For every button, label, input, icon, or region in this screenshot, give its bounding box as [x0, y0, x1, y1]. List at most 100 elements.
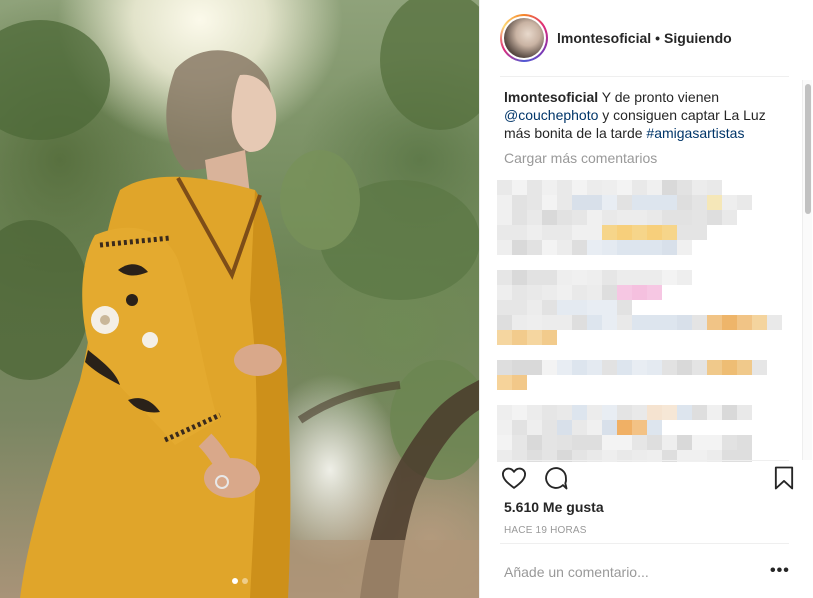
caption-username-link[interactable]: lmontesoficial	[504, 89, 598, 105]
pixel-block	[572, 420, 587, 435]
pixel-block	[677, 360, 692, 375]
pixel-block	[722, 315, 737, 330]
pixel-block	[572, 270, 587, 285]
pixel-block	[557, 270, 572, 285]
pixel-block	[677, 225, 692, 240]
pixel-block	[677, 180, 692, 195]
pixel-block	[692, 435, 707, 450]
pixel-block	[602, 225, 617, 240]
pixel-block	[497, 270, 512, 285]
bookmark-icon[interactable]	[770, 464, 798, 492]
pixel-block	[617, 195, 632, 210]
pixel-block	[557, 435, 572, 450]
pixel-block	[662, 225, 677, 240]
pixel-block	[587, 315, 602, 330]
carousel-dot[interactable]	[231, 578, 238, 584]
post-timestamp[interactable]: HACE 19 HORAS	[504, 525, 587, 536]
pixel-block	[647, 195, 662, 210]
pixel-block	[527, 285, 542, 300]
story-ring[interactable]	[500, 14, 548, 62]
pixel-block	[587, 195, 602, 210]
comment-bubble-icon[interactable]	[542, 464, 570, 492]
pixel-block	[617, 240, 632, 255]
pixel-block	[602, 285, 617, 300]
pixel-block	[587, 180, 602, 195]
pixel-block	[542, 225, 557, 240]
pixel-block	[572, 435, 587, 450]
pixel-block	[512, 270, 527, 285]
pixel-block	[632, 195, 647, 210]
pixel-block	[542, 420, 557, 435]
pixel-block	[572, 315, 587, 330]
pixel-block	[707, 210, 722, 225]
pixel-block	[542, 330, 557, 345]
pixel-block	[557, 420, 572, 435]
pixel-block	[707, 360, 722, 375]
pixel-block	[737, 435, 752, 450]
pixel-block	[557, 405, 572, 420]
pixel-block	[497, 330, 512, 345]
pixel-block	[767, 315, 782, 330]
pixel-block	[692, 225, 707, 240]
hashtag-link[interactable]: #amigasartistas	[646, 125, 744, 141]
pixel-block	[512, 420, 527, 435]
pixel-block	[617, 360, 632, 375]
pixel-block	[602, 195, 617, 210]
pixel-block	[722, 435, 737, 450]
pixel-block	[617, 225, 632, 240]
pixel-block	[512, 180, 527, 195]
pixel-block	[617, 285, 632, 300]
pixel-block	[587, 420, 602, 435]
pixel-block	[587, 285, 602, 300]
separator-dot: •	[655, 30, 661, 46]
pixel-block	[647, 180, 662, 195]
pixel-block	[602, 210, 617, 225]
pixel-block	[512, 435, 527, 450]
pixel-block	[617, 300, 632, 315]
pixel-block	[707, 315, 722, 330]
pixel-block	[647, 360, 662, 375]
add-comment-input[interactable]	[504, 559, 744, 585]
pixel-block	[497, 300, 512, 315]
load-more-comments-button[interactable]: Cargar más comentarios	[504, 150, 786, 166]
comments-scrollbar[interactable]	[802, 80, 812, 460]
pixel-block	[632, 270, 647, 285]
pixel-block	[512, 285, 527, 300]
pixel-block	[707, 405, 722, 420]
pixel-block	[617, 315, 632, 330]
pixel-block	[647, 420, 662, 435]
pixel-block	[512, 210, 527, 225]
pixel-block	[662, 240, 677, 255]
pixel-block	[617, 420, 632, 435]
pixel-block	[662, 270, 677, 285]
pixel-block	[632, 420, 647, 435]
pixel-block	[737, 360, 752, 375]
avatar[interactable]	[504, 18, 544, 58]
pixel-block	[542, 405, 557, 420]
mention-link[interactable]: @couchephoto	[504, 107, 598, 123]
username-link[interactable]: lmontesoficial	[557, 30, 651, 46]
post-photo[interactable]	[0, 0, 479, 598]
following-button[interactable]: Siguiendo	[664, 30, 732, 46]
carousel-indicator	[0, 578, 479, 584]
pixel-block	[617, 210, 632, 225]
more-options-icon[interactable]: •••	[770, 563, 790, 579]
pixel-block	[602, 435, 617, 450]
pixel-block	[602, 420, 617, 435]
scrollbar-thumb[interactable]	[805, 84, 811, 214]
likes-count[interactable]: 5.610 Me gusta	[504, 499, 604, 515]
pixel-block	[707, 195, 722, 210]
pixel-block	[632, 225, 647, 240]
pixel-block	[587, 210, 602, 225]
heart-icon[interactable]	[500, 464, 528, 492]
pixel-block	[692, 360, 707, 375]
carousel-dot[interactable]	[241, 578, 248, 584]
pixel-block	[602, 180, 617, 195]
pixel-block	[542, 210, 557, 225]
pixel-block	[542, 270, 557, 285]
pixel-block	[692, 210, 707, 225]
pixel-block	[617, 270, 632, 285]
pixel-block	[497, 405, 512, 420]
pixel-block	[632, 285, 647, 300]
pixel-block	[722, 195, 737, 210]
